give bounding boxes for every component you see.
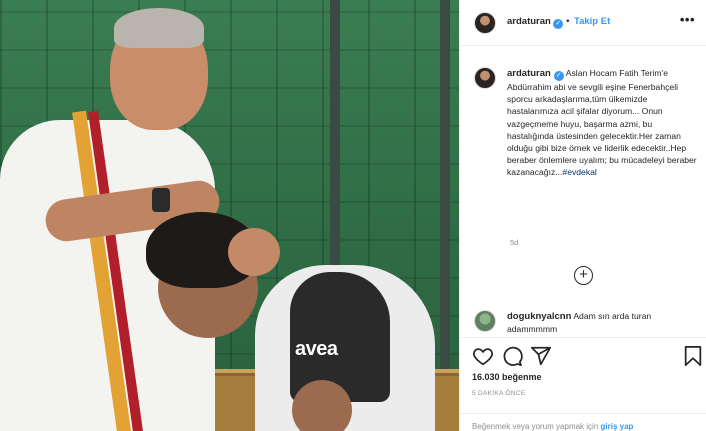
post-time: 5 DAKİKA ÖNCE (472, 390, 526, 397)
comment-item: doguknyalcnn Adam sın arda turan adammmm… (507, 310, 697, 335)
share-icon[interactable] (530, 345, 552, 367)
comment-avatar[interactable] (474, 310, 496, 332)
caption-username[interactable]: ardaturan (507, 68, 551, 79)
verified-badge-icon: ✓ (553, 19, 564, 29)
author-username[interactable]: ardaturan (507, 16, 551, 27)
caption-text: Aslan Hocam Fatih Terim'e Abdürrahim abi… (507, 68, 697, 178)
coach-hair (114, 8, 204, 48)
comment-username[interactable]: doguknyalcnn (507, 311, 571, 322)
likes-count[interactable]: 16.030 beğenme (472, 372, 542, 382)
more-options-icon[interactable]: ••• (680, 12, 695, 27)
fence-post (440, 0, 450, 380)
separator-dot: • (566, 16, 570, 27)
post-header: ardaturan ✓ • Takip Et ••• (460, 0, 706, 46)
login-prompt: Beğenmek veya yorum yapmak için giriş ya… (460, 413, 706, 431)
login-link[interactable]: giriş yap (601, 422, 634, 431)
player-shirt (290, 272, 390, 402)
avatar[interactable] (474, 12, 496, 34)
heart-icon[interactable] (472, 345, 494, 367)
login-prompt-text: Beğenmek veya yorum yapmak için (472, 422, 601, 431)
player-arm (292, 380, 352, 431)
post-side-panel: ardaturan ✓ • Takip Et ••• ardaturan ✓ As… (459, 0, 706, 431)
header-user: ardaturan ✓ • (507, 16, 569, 29)
caption-age: 5d (510, 238, 519, 247)
wristwatch (152, 188, 170, 212)
post-photo[interactable]: avea (0, 0, 459, 431)
coach-hand (228, 228, 280, 276)
sponsor-logo: avea (295, 338, 338, 360)
post-caption: ardaturan ✓ Aslan Hocam Fatih Terim'e Abd… (507, 67, 697, 179)
divider (460, 337, 706, 338)
comment-icon[interactable] (501, 345, 523, 367)
hashtag-link[interactable]: #evdekal (562, 167, 596, 177)
bookmark-icon[interactable] (682, 345, 704, 367)
caption-avatar[interactable] (474, 67, 496, 89)
follow-button[interactable]: Takip Et (574, 16, 610, 27)
verified-badge-icon: ✓ (553, 71, 564, 81)
load-more-comments-icon[interactable]: + (574, 266, 593, 285)
